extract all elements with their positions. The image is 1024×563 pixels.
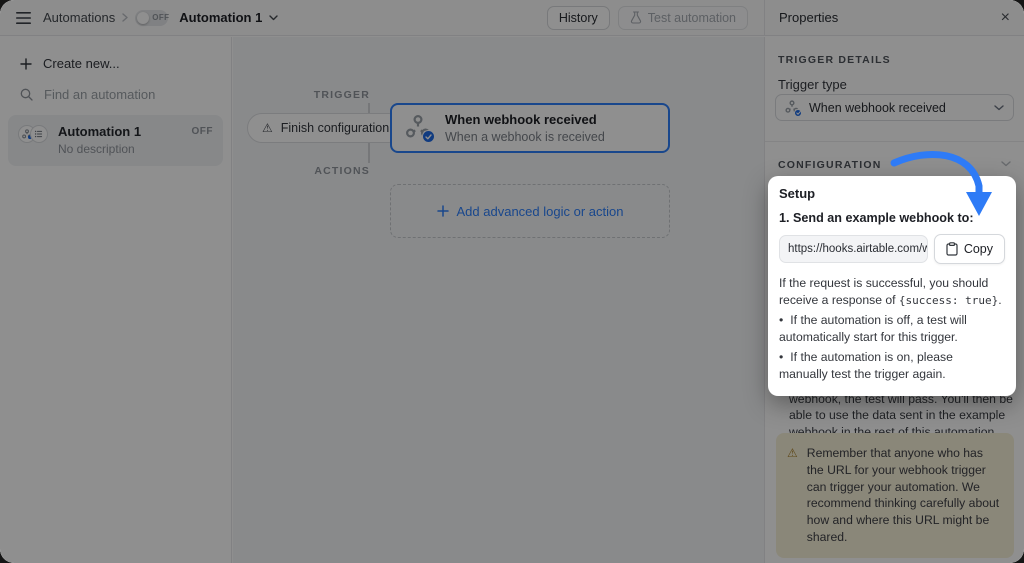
setup-spotlight-card: Setup 1. Send an example webhook to: htt…: [768, 176, 1016, 396]
airtable-automations-window: Automations OFF Automation 1 History Tes…: [0, 0, 1024, 563]
bullet-1-text: If the automation is off, a test will au…: [779, 313, 967, 344]
bullet-icon: •: [779, 313, 783, 327]
setup-bullet-1: •If the automation is off, a test will a…: [779, 312, 1005, 346]
setup-heading: Setup: [779, 186, 1005, 201]
response-hint-text: If the request is successful, you should…: [779, 275, 1005, 309]
response-text-after: .: [998, 293, 1001, 307]
bullet-2-text: If the automation is on, please manually…: [779, 350, 953, 381]
clipboard-icon: [946, 242, 958, 256]
response-code: {success: true}: [899, 294, 998, 307]
webhook-url-field[interactable]: https://hooks.airtable.com/wo: [779, 235, 928, 263]
copy-label: Copy: [964, 242, 993, 256]
setup-bullet-2: •If the automation is on, please manuall…: [779, 349, 1005, 383]
copy-button[interactable]: Copy: [934, 234, 1005, 264]
bullet-icon: •: [779, 350, 783, 364]
webhook-url-row: https://hooks.airtable.com/wo Copy: [779, 234, 1005, 264]
send-webhook-step-label: 1. Send an example webhook to:: [779, 211, 1005, 225]
